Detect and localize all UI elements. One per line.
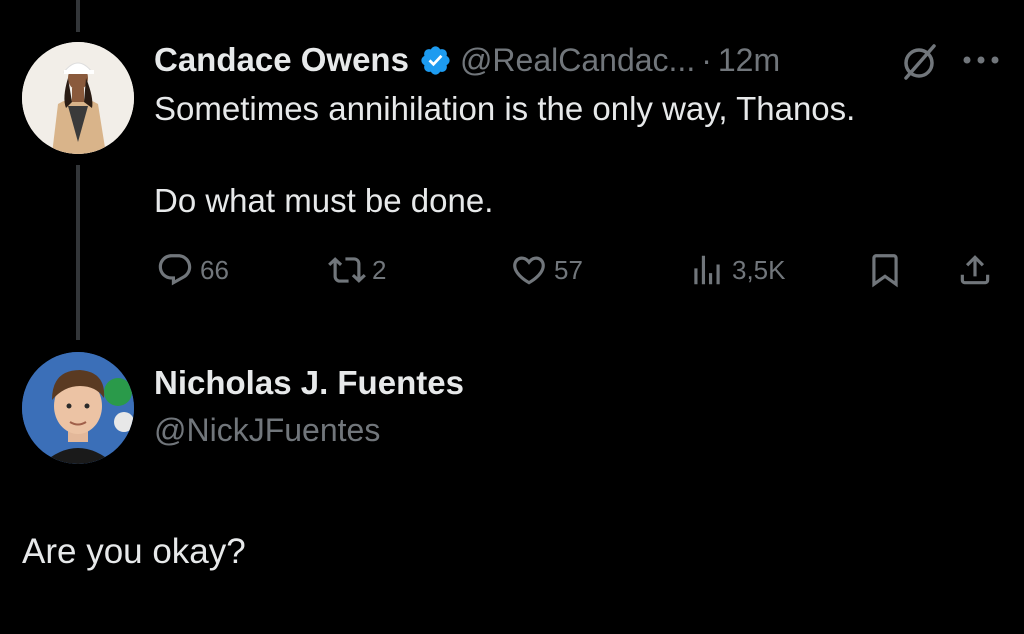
avatar-man-icon — [22, 352, 134, 464]
tweet-paragraph: Do what must be done. — [154, 182, 494, 219]
thread-connector-top — [76, 0, 80, 32]
author-display-name[interactable]: Candace Owens — [154, 41, 409, 79]
reply-author-display-name[interactable]: Nicholas J. Fuentes — [154, 364, 464, 402]
tweet-header: Candace Owens @RealCandac... · 12m — [154, 38, 780, 82]
views-icon — [694, 255, 720, 285]
retweet-icon — [328, 257, 366, 283]
meta-separator: · — [701, 41, 712, 78]
thread-connector — [76, 165, 80, 340]
grok-icon[interactable] — [898, 42, 942, 82]
retweet-count: 2 — [372, 254, 387, 285]
reply-button[interactable]: 66 — [156, 248, 229, 292]
like-icon — [513, 256, 545, 285]
reply-count: 66 — [200, 254, 229, 285]
tweet-text: Sometimes annihilation is the only way, … — [154, 86, 1004, 224]
tweet-paragraph: Sometimes annihilation is the only way, … — [154, 90, 856, 127]
views-button[interactable]: 3,5K — [688, 248, 786, 292]
tweet-timestamp[interactable]: 12m — [718, 42, 780, 79]
share-button[interactable] — [956, 248, 994, 292]
reply-author-handle[interactable]: @NickJFuentes — [154, 412, 380, 449]
share-icon — [960, 255, 990, 285]
thread-page: Candace Owens @RealCandac... · 12m Somet… — [0, 0, 1024, 634]
verified-badge-icon — [421, 45, 450, 75]
bookmark-icon — [872, 254, 898, 288]
more-icon[interactable] — [960, 52, 1002, 68]
views-count: 3,5K — [732, 254, 786, 285]
avatar-nick[interactable] — [22, 352, 134, 464]
reply-text: Are you okay? — [22, 532, 246, 571]
retweet-button[interactable]: 2 — [328, 248, 386, 292]
bookmark-button[interactable] — [866, 248, 904, 292]
like-button[interactable]: 57 — [510, 248, 583, 292]
avatar-candace[interactable] — [22, 42, 134, 154]
reply-icon — [158, 254, 192, 286]
author-handle[interactable]: @RealCandac... — [460, 42, 695, 79]
avatar-woman-icon — [22, 42, 134, 154]
like-count: 57 — [554, 254, 583, 285]
